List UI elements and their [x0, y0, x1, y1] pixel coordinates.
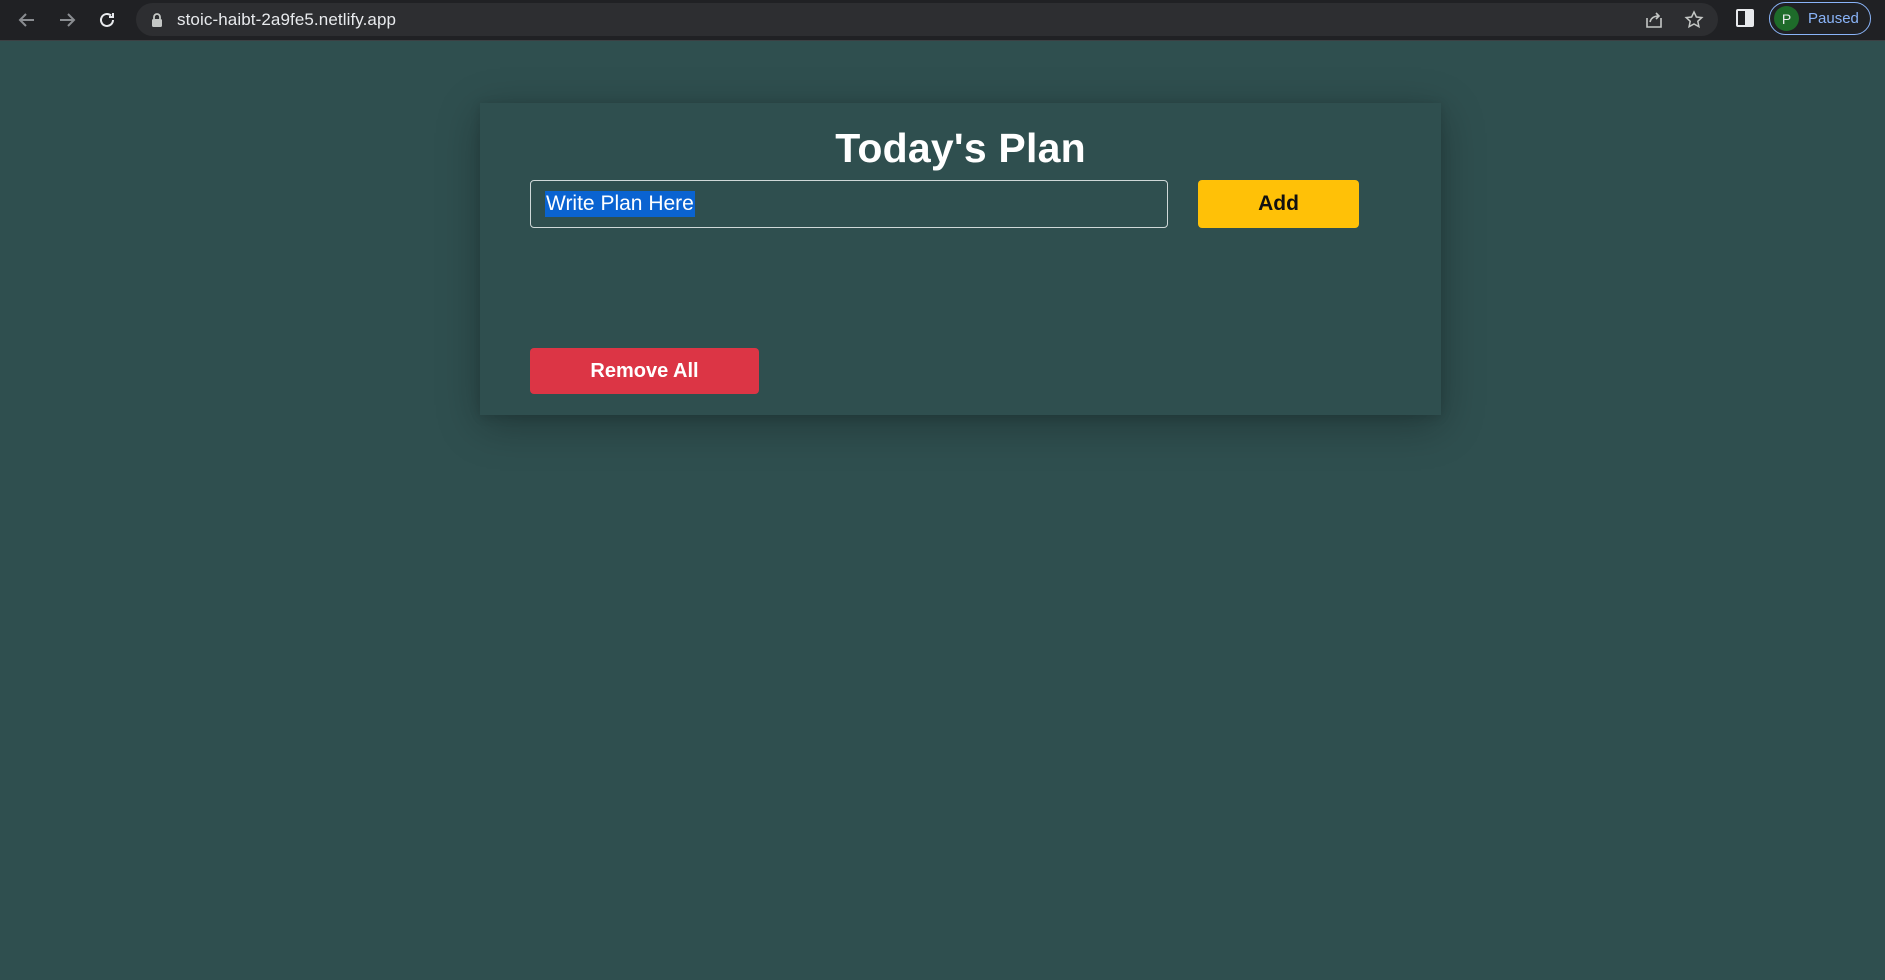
forward-arrow-icon[interactable] [53, 6, 81, 34]
back-arrow-icon[interactable] [13, 6, 41, 34]
lock-icon[interactable] [150, 13, 164, 27]
profile-button[interactable]: P Paused [1769, 2, 1871, 35]
plan-input-value[interactable]: Write Plan Here [545, 191, 695, 217]
plan-card: Today's Plan Write Plan Here Add Remove … [480, 103, 1441, 415]
share-icon[interactable] [1643, 9, 1665, 31]
remove-all-button[interactable]: Remove All [530, 348, 759, 394]
profile-status: Paused [1808, 10, 1859, 27]
address-bar[interactable]: stoic-haibt-2a9fe5.netlify.app [136, 3, 1718, 36]
avatar: P [1774, 6, 1799, 31]
browser-toolbar: stoic-haibt-2a9fe5.netlify.app P Paused [0, 0, 1885, 41]
page-title: Today's Plan [835, 125, 1086, 171]
reload-icon[interactable] [93, 6, 121, 34]
star-icon[interactable] [1683, 9, 1705, 31]
url-text[interactable]: stoic-haibt-2a9fe5.netlify.app [177, 10, 396, 30]
plan-input[interactable]: Write Plan Here [530, 180, 1168, 228]
add-button[interactable]: Add [1198, 180, 1359, 228]
side-panel-icon[interactable] [1735, 8, 1755, 28]
